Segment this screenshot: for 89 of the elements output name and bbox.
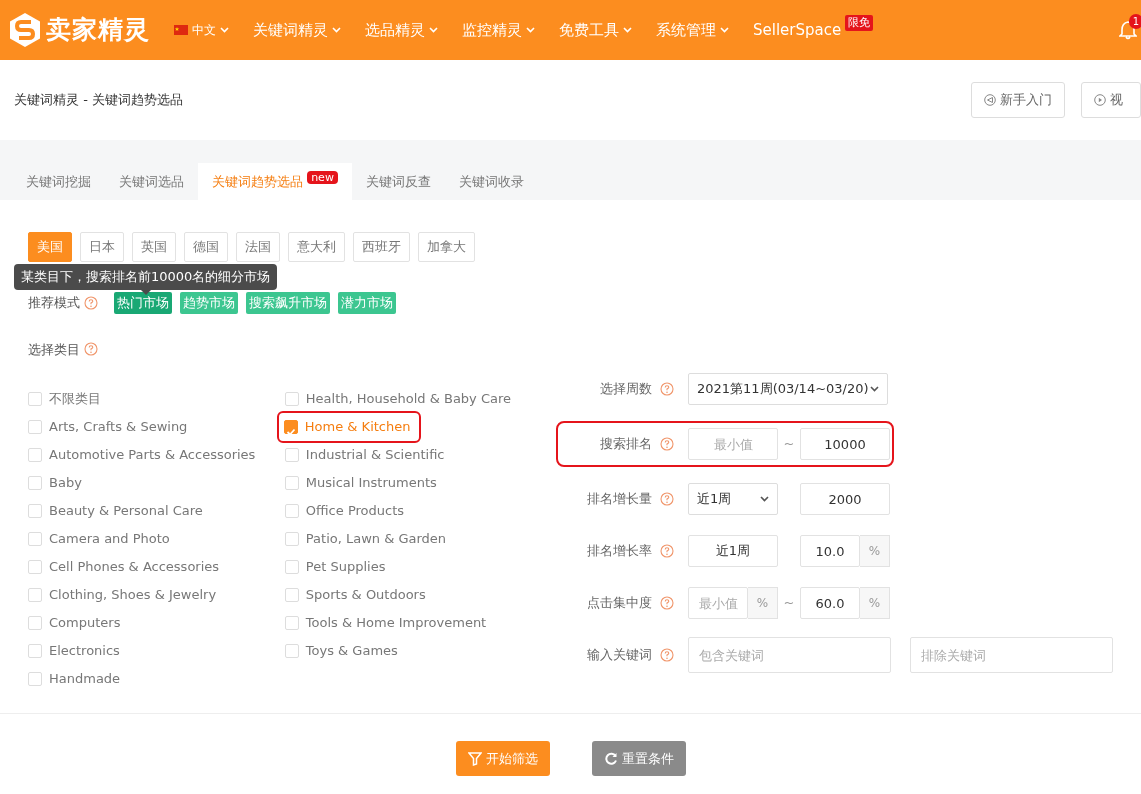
filter-label: 排名增长率	[587, 542, 652, 561]
refresh-icon	[603, 751, 618, 766]
filter-label: 点击集中度	[587, 594, 652, 613]
reset-button[interactable]: 重置条件	[591, 741, 686, 776]
caret-icon	[220, 27, 229, 33]
category-option[interactable]: Clothing, Shoes & Jewelry	[49, 585, 217, 605]
country-button[interactable]: 日本	[80, 232, 124, 262]
send-icon	[984, 94, 996, 106]
value-input[interactable]: 2000	[800, 483, 890, 515]
category-option[interactable]: Home & Kitchen	[304, 417, 411, 437]
period-select[interactable]: 近1周	[688, 483, 778, 515]
category-option[interactable]: Handmade	[49, 669, 121, 689]
mode-label: 推荐模式	[28, 294, 80, 312]
category-option[interactable]: Pet Supplies	[305, 557, 386, 577]
max-input[interactable]: 10000	[800, 428, 890, 460]
logo-icon	[8, 12, 42, 48]
tab[interactable]: 关键词挖掘	[12, 162, 105, 200]
category-option[interactable]: Office Products	[305, 501, 405, 521]
caret-icon	[332, 27, 341, 33]
include-keyword-field[interactable]: 包含关键词	[688, 637, 891, 673]
caret-icon	[870, 386, 879, 392]
category-option[interactable]: Cell Phones & Accessories	[49, 557, 220, 577]
category-option[interactable]: Patio, Lawn & Garden	[305, 529, 447, 549]
category-option[interactable]: Tools & Home Improvement	[305, 613, 487, 633]
help-icon	[660, 648, 674, 662]
unit-addon: %	[860, 535, 890, 567]
top-guide-button[interactable]: 新手入门	[971, 82, 1065, 118]
min-input[interactable]: 最小值	[688, 587, 748, 619]
logo-text: 卖家精灵	[46, 14, 150, 47]
caret-icon	[429, 27, 438, 33]
help-icon	[660, 382, 674, 396]
tab[interactable]: 关键词反查	[351, 162, 445, 200]
caret-icon	[720, 27, 729, 33]
caret-icon	[526, 27, 535, 33]
help-icon	[660, 544, 674, 558]
country-button[interactable]: 加拿大	[418, 232, 475, 262]
filter-label: 选择周数	[600, 380, 652, 399]
range-separator: ~	[782, 435, 796, 454]
category-option[interactable]: Camera and Photo	[49, 529, 170, 549]
category-option[interactable]: Baby	[49, 473, 82, 493]
top-video-button[interactable]: 视	[1081, 82, 1141, 118]
category-option[interactable]: 不限类目	[49, 389, 101, 409]
category-option[interactable]: Beauty & Personal Care	[49, 501, 203, 521]
notification-badge: 1	[1128, 13, 1141, 29]
country-button[interactable]: 西班牙	[353, 232, 410, 262]
category-option[interactable]: Electronics	[49, 641, 120, 661]
help-icon	[84, 342, 98, 357]
category-option[interactable]: Health, Household & Baby Care	[305, 389, 512, 409]
min-input[interactable]: 最小值	[688, 428, 778, 460]
promo-badge: 限免	[845, 14, 874, 32]
unit-addon: %	[860, 587, 890, 619]
caret-icon	[623, 27, 632, 33]
category-label: 选择类目	[28, 340, 80, 359]
filter-label: 排名增长量	[587, 490, 652, 509]
caret-icon	[760, 496, 769, 502]
checkbox[interactable]	[283, 420, 298, 434]
range-separator: ~	[782, 594, 796, 613]
breadcrumb: 关键词精灵 - 关键词趋势选品	[14, 91, 183, 110]
country-button[interactable]: 德国	[184, 232, 228, 262]
filter-label: 输入关键词	[587, 646, 652, 665]
tab[interactable]: 关键词收录	[444, 162, 538, 200]
tab[interactable]: 关键词选品	[105, 162, 198, 200]
category-option[interactable]: Toys & Games	[305, 641, 398, 661]
help-icon	[660, 596, 674, 610]
tab[interactable]: 关键词趋势选品 $^{new}$	[198, 162, 352, 200]
filter-label: 搜索排名	[600, 435, 652, 454]
mode-tag[interactable]: 热门市场	[114, 292, 172, 314]
category-option[interactable]: Sports & Outdoors	[305, 585, 426, 605]
country-button[interactable]: 英国	[132, 232, 176, 262]
category-option[interactable]: Automotive Parts & Accessories	[49, 445, 256, 465]
value-input[interactable]: 10.0	[800, 535, 860, 567]
tooltip: 某类目下，搜索排名前10000名的细分市场	[14, 264, 278, 290]
unit-addon: %	[748, 587, 778, 619]
week-select[interactable]: 2021第11周(03/14~03/20)	[688, 373, 888, 405]
category-option[interactable]: Industrial & Scientific	[305, 445, 445, 465]
category-option[interactable]: Arts, Crafts & Sewing	[49, 417, 188, 437]
country-button[interactable]: 法国	[236, 232, 280, 262]
help-icon	[84, 295, 98, 310]
help-icon	[660, 492, 674, 506]
flag-icon	[174, 25, 188, 35]
period-field[interactable]: 近1周	[688, 535, 778, 567]
exclude-keyword-field[interactable]: 排除关键词	[910, 637, 1113, 673]
help-icon	[660, 437, 674, 451]
filter-icon	[467, 751, 482, 766]
category-option[interactable]: Computers	[49, 613, 121, 633]
country-button[interactable]: 意大利	[288, 232, 345, 262]
max-input[interactable]: 60.0	[800, 587, 860, 619]
play-icon	[1094, 94, 1106, 106]
category-option[interactable]: Musical Instruments	[305, 473, 437, 493]
